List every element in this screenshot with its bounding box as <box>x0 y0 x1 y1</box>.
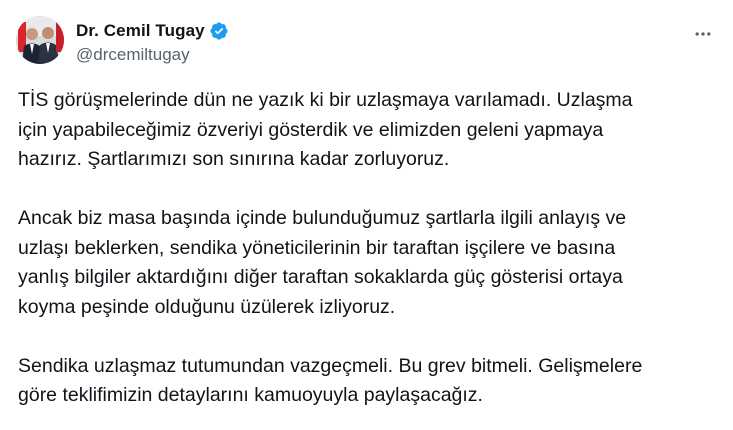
avatar[interactable] <box>16 16 64 64</box>
verified-badge-icon[interactable] <box>209 21 229 41</box>
tweet-header: Dr. Cemil Tugay @drcemiltugay <box>16 16 721 68</box>
tweet-paragraph-1: TİS görüşmelerinde dün ne yazık ki bir u… <box>18 89 633 170</box>
avatar-photo <box>16 16 64 64</box>
more-horizontal-icon[interactable] <box>691 22 715 46</box>
tweet-paragraph-3: Sendika uzlaşmaz tutumundan vazgeçmeli. … <box>18 354 643 407</box>
author-names: Dr. Cemil Tugay @drcemiltugay <box>76 20 229 65</box>
tweet-paragraph-2: Ancak biz masa başında içinde bulunduğum… <box>18 207 627 318</box>
tweet-card: Dr. Cemil Tugay @drcemiltugay TİS görüşm… <box>0 0 733 430</box>
display-name[interactable]: Dr. Cemil Tugay <box>76 21 205 41</box>
display-name-row: Dr. Cemil Tugay <box>76 20 229 42</box>
tweet-text: TİS görüşmelerinde dün ne yazık ki bir u… <box>18 86 718 430</box>
author-handle[interactable]: @drcemiltugay <box>76 45 229 65</box>
